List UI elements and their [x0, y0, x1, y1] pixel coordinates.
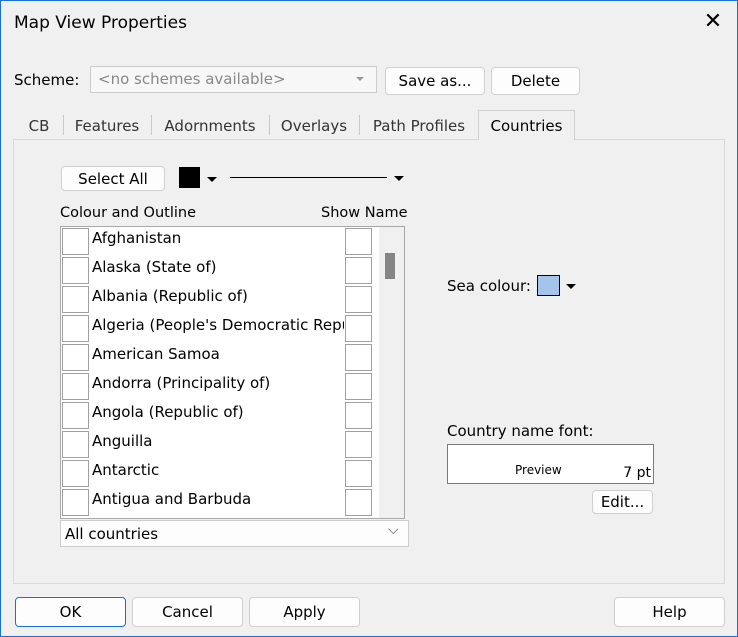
show-name-checkbox[interactable] [345, 489, 372, 516]
line-style-sample[interactable] [230, 177, 387, 178]
country-filter-select[interactable]: All countries ⌵ [60, 520, 409, 547]
country-row[interactable]: Angola (Republic of) [61, 401, 379, 430]
tab-overlays[interactable]: Overlays [273, 112, 355, 139]
scheme-select[interactable]: <no schemes available> [90, 66, 377, 93]
save-as-button[interactable]: Save as... [385, 67, 485, 95]
country-name: Angola (Republic of) [92, 403, 244, 421]
country-name: Algeria (People's Democratic Republic of… [92, 316, 344, 334]
tab-divider [269, 115, 270, 135]
tab-divider [63, 115, 64, 135]
colour-outline-box[interactable] [62, 489, 89, 516]
scrollbar-thumb[interactable] [385, 253, 395, 279]
colour-outline-box[interactable] [62, 315, 89, 342]
country-name: Anguilla [92, 432, 153, 450]
show-name-checkbox[interactable] [345, 228, 372, 255]
colour-outline-box[interactable] [62, 402, 89, 429]
country-row[interactable]: Anguilla [61, 430, 379, 459]
show-name-checkbox[interactable] [345, 431, 372, 458]
country-row[interactable]: American Samoa [61, 343, 379, 372]
font-size-text: 7 pt [623, 465, 651, 481]
show-name-header: Show Name [321, 205, 408, 221]
country-row[interactable]: Albania (Republic of) [61, 285, 379, 314]
sea-colour-dropdown-icon[interactable] [566, 284, 576, 289]
help-button[interactable]: Help [614, 597, 725, 627]
show-name-checkbox[interactable] [345, 460, 372, 487]
tab-divider [359, 115, 360, 135]
country-row[interactable]: Antigua and Barbuda [61, 488, 379, 517]
tab-countries[interactable]: Countries [478, 110, 575, 140]
line-style-dropdown-icon[interactable] [394, 176, 404, 181]
colour-outline-box[interactable] [62, 344, 89, 371]
country-row[interactable]: Algeria (People's Democratic Republic of… [61, 314, 379, 343]
country-name: Antigua and Barbuda [92, 490, 252, 508]
colour-outline-header: Colour and Outline [60, 205, 197, 221]
font-label: Country name font: [447, 422, 594, 440]
show-name-checkbox[interactable] [345, 286, 372, 313]
colour-outline-box[interactable] [62, 431, 89, 458]
country-row[interactable]: Afghanistan [61, 227, 379, 256]
country-name: Albania (Republic of) [92, 287, 248, 305]
tab-path-profiles[interactable]: Path Profiles [363, 112, 475, 139]
colour-outline-box[interactable] [62, 373, 89, 400]
country-name: American Samoa [92, 345, 220, 363]
country-list[interactable]: Afghanistan Alaska (State of) Albania (R… [60, 226, 405, 519]
sea-colour-label: Sea colour: [447, 277, 531, 295]
show-name-checkbox[interactable] [345, 402, 372, 429]
scheme-label: Scheme: [14, 71, 80, 89]
sea-colour-swatch[interactable] [537, 275, 560, 296]
country-row[interactable]: Andorra (Principality of) [61, 372, 379, 401]
tab-divider [151, 115, 152, 135]
cancel-button[interactable]: Cancel [132, 597, 243, 627]
show-name-checkbox[interactable] [345, 257, 372, 284]
window-title: Map View Properties [14, 13, 187, 33]
show-name-checkbox[interactable] [345, 315, 372, 342]
country-name: Antarctic [92, 461, 160, 479]
select-all-button[interactable]: Select All [61, 166, 165, 191]
show-name-checkbox[interactable] [345, 344, 372, 371]
country-name: Afghanistan [92, 229, 182, 247]
tab-features[interactable]: Features [67, 112, 147, 139]
country-row[interactable]: Antarctic [61, 459, 379, 488]
colour-outline-box[interactable] [62, 228, 89, 255]
colour-dropdown-icon[interactable] [207, 177, 217, 182]
close-icon[interactable]: ✕ [701, 9, 725, 35]
scrollbar[interactable] [379, 227, 404, 518]
country-name: Andorra (Principality of) [92, 374, 271, 392]
country-name: Alaska (State of) [92, 258, 217, 276]
colour-outline-box[interactable] [62, 460, 89, 487]
tab-adornments[interactable]: Adornments [155, 112, 265, 139]
apply-button[interactable]: Apply [249, 597, 360, 627]
chevron-down-icon: ⌵ [388, 522, 399, 538]
ok-button[interactable]: OK [15, 597, 126, 627]
delete-button[interactable]: Delete [491, 67, 580, 95]
show-name-checkbox[interactable] [345, 373, 372, 400]
preview-text: Preview [515, 463, 562, 477]
colour-outline-box[interactable] [62, 257, 89, 284]
colour-outline-box[interactable] [62, 286, 89, 313]
footer-divider [13, 583, 725, 584]
tab-cb[interactable]: CB [19, 112, 59, 139]
scheme-placeholder: <no schemes available> [98, 70, 286, 88]
chevron-down-icon [356, 77, 364, 81]
font-preview: Preview 7 pt [447, 444, 654, 484]
edit-font-button[interactable]: Edit... [592, 490, 653, 514]
colour-swatch[interactable] [179, 167, 200, 188]
country-filter-value: All countries [65, 525, 159, 543]
country-row[interactable]: Alaska (State of) [61, 256, 379, 285]
